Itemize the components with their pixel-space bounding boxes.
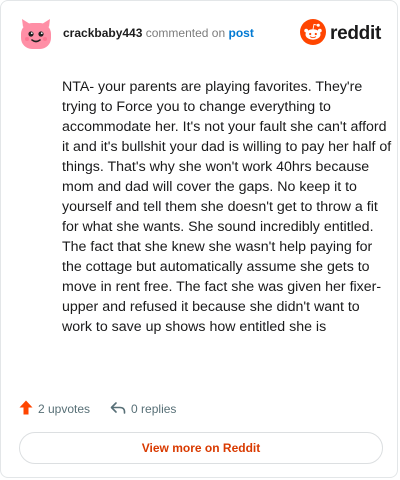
- comment-body: NTA- your parents are playing favorites.…: [62, 79, 392, 335]
- post-link[interactable]: post: [228, 26, 253, 40]
- upvote-arrow-icon: [19, 400, 38, 418]
- view-more-button[interactable]: View more on Reddit: [19, 432, 383, 464]
- reply-arrow-icon: [110, 401, 131, 418]
- comment-card: crackbaby443 commented on post reddit NT…: [0, 0, 398, 478]
- pink-snoo-avatar-icon[interactable]: [19, 17, 53, 51]
- reddit-logo[interactable]: reddit: [300, 18, 381, 50]
- comment-header: crackbaby443 commented on post reddit: [19, 17, 381, 51]
- reddit-snoo-icon: [300, 18, 327, 50]
- username-link[interactable]: crackbaby443: [63, 26, 142, 40]
- comment-actions: 2 upvotes 0 replies: [19, 399, 176, 419]
- reply-button[interactable]: 0 replies: [110, 401, 176, 418]
- reddit-wordmark: reddit: [330, 23, 381, 44]
- reply-count: 0 replies: [131, 402, 177, 416]
- upvote-button[interactable]: 2 upvotes: [19, 400, 90, 418]
- comment-meta: crackbaby443 commented on post: [63, 26, 254, 40]
- action-text: commented on: [145, 26, 226, 40]
- upvote-count: 2 upvotes: [38, 402, 91, 416]
